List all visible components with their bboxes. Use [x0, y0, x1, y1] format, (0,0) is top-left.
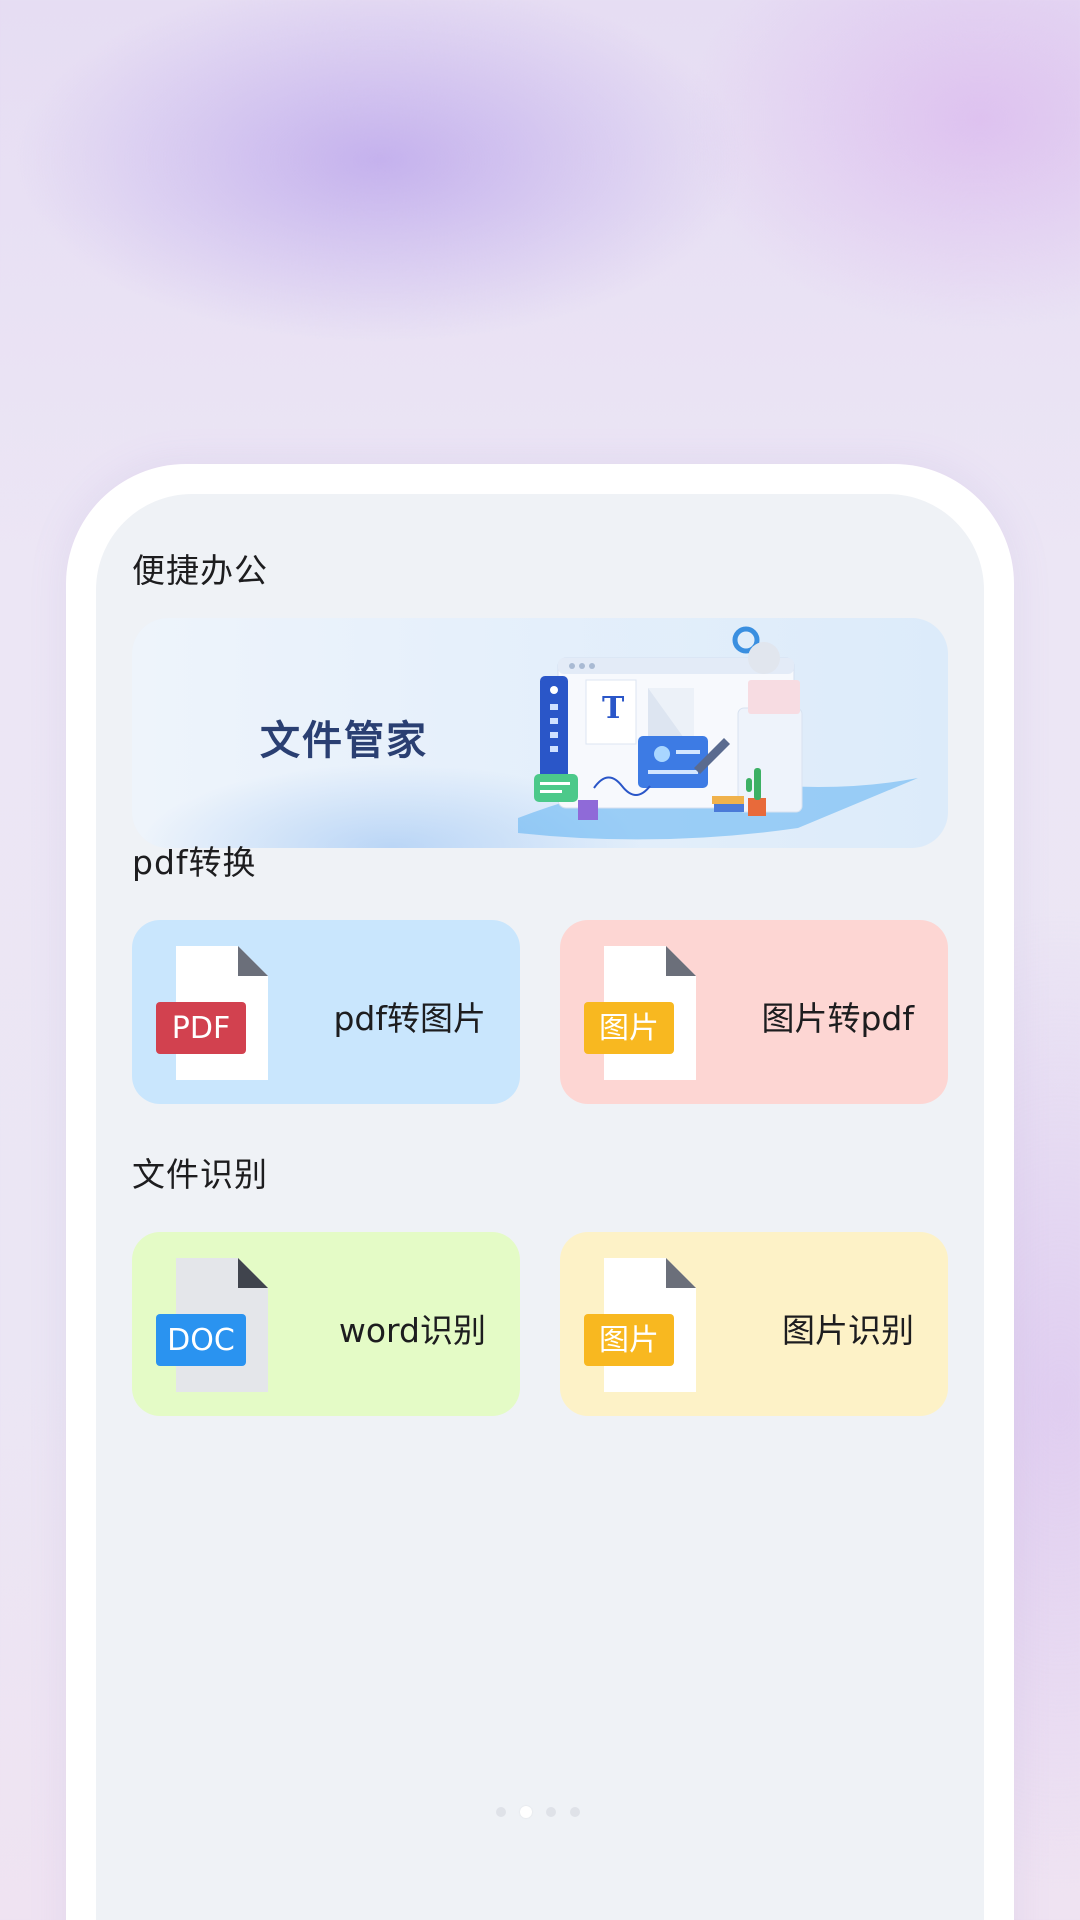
page-dot[interactable]: [546, 1807, 556, 1817]
image-file-icon: 图片: [584, 1258, 696, 1392]
word-recognition-label: word识别: [338, 1311, 486, 1350]
page-dot-active[interactable]: [520, 1806, 532, 1818]
page-dot[interactable]: [496, 1807, 506, 1817]
banner-title: 文件管家: [260, 718, 428, 764]
image-recognition-card[interactable]: 图片 图片识别: [560, 1232, 948, 1416]
pdf-to-image-card[interactable]: PDF pdf转图片: [132, 920, 520, 1104]
text-tool-letter: T: [602, 691, 625, 726]
page-indicator[interactable]: [496, 1806, 580, 1818]
file-manager-banner[interactable]: 文件管家 T: [132, 618, 948, 848]
image-to-pdf-label: 图片转pdf: [761, 999, 914, 1038]
image-badge: 图片: [599, 1011, 659, 1046]
image-to-pdf-card[interactable]: 图片 图片转pdf: [560, 920, 948, 1104]
image-badge: 图片: [599, 1323, 659, 1358]
section-title-office: 便捷办公: [132, 551, 268, 590]
doc-file-icon: DOC: [156, 1258, 268, 1392]
pdf-to-image-label: pdf转图片: [333, 999, 486, 1038]
page-dot[interactable]: [570, 1807, 580, 1817]
pdf-badge: PDF: [172, 1011, 230, 1046]
section-title-file-recognition: 文件识别: [132, 1155, 268, 1194]
word-recognition-card[interactable]: DOC word识别: [132, 1232, 520, 1416]
doc-badge: DOC: [167, 1323, 235, 1358]
image-recognition-label: 图片识别: [782, 1311, 914, 1350]
home-screen: 便捷办公 文件管家 T pdf转换 PDF pdf转图片 图片 图片转pdf 文…: [96, 494, 984, 1920]
image-file-icon: 图片: [584, 946, 696, 1080]
section-title-pdf-convert: pdf转换: [132, 843, 257, 882]
office-illustration-icon: T: [518, 626, 918, 840]
pdf-file-icon: PDF: [156, 946, 268, 1080]
